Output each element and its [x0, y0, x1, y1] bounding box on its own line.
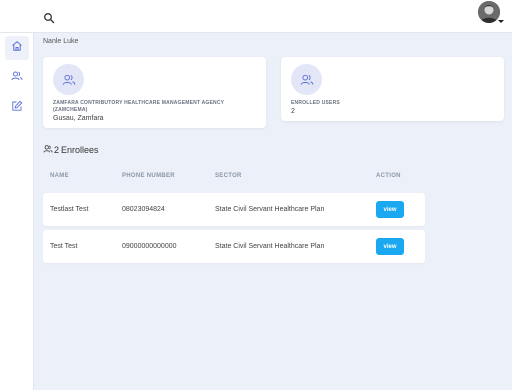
- search-icon[interactable]: [43, 11, 55, 24]
- sidebar: [0, 33, 34, 390]
- users-icon: [53, 64, 84, 95]
- edit-icon: [11, 99, 23, 117]
- users-icon: [43, 144, 53, 156]
- column-header-phone: PHONE NUMBER: [122, 173, 175, 179]
- user-name: Nanle Luke: [43, 38, 79, 45]
- users-icon: [291, 64, 322, 95]
- enrolled-users-card: ENROLLED USERS 2: [281, 57, 504, 121]
- enrollee-phone: 09000000000000: [122, 243, 177, 250]
- column-header-action: ACTION: [376, 173, 401, 179]
- agency-name: ZAMFARA CONTRIBUTORY HEALTHCARE MANAGEME…: [53, 100, 225, 113]
- users-icon: [11, 69, 23, 87]
- enrollees-count: 2: [54, 145, 60, 155]
- sidebar-item-edit[interactable]: [5, 96, 29, 120]
- column-header-sector: SECTOR: [215, 173, 242, 179]
- column-header-name: NAME: [50, 173, 69, 179]
- sidebar-item-users[interactable]: [5, 66, 29, 90]
- home-icon: [11, 39, 23, 57]
- avatar[interactable]: [478, 1, 500, 23]
- enrolled-users-label: ENROLLED USERS: [291, 100, 340, 106]
- chevron-down-icon[interactable]: [498, 20, 504, 23]
- enrollee-phone: 08023094824: [122, 206, 165, 213]
- enrolled-users-value: 2: [291, 108, 295, 115]
- sidebar-item-home[interactable]: [5, 36, 29, 60]
- agency-card: ZAMFARA CONTRIBUTORY HEALTHCARE MANAGEME…: [43, 57, 266, 128]
- enrollees-heading: 2 Enrollees: [43, 144, 99, 156]
- table-row: Testlast Test 08023094824 State Civil Se…: [43, 193, 425, 226]
- view-button[interactable]: view: [376, 201, 404, 218]
- enrollee-sector: State Civil Servant Healthcare Plan: [215, 206, 325, 213]
- enrollee-name: Testlast Test: [50, 206, 89, 213]
- enrollee-name: Test Test: [50, 243, 78, 250]
- top-bar: [0, 0, 512, 33]
- view-button[interactable]: view: [376, 238, 404, 255]
- enrollees-label: Enrollees: [61, 145, 99, 155]
- table-row: Test Test 09000000000000 State Civil Ser…: [43, 230, 425, 263]
- agency-location: Gusau, Zamfara: [53, 115, 104, 122]
- enrollee-sector: State Civil Servant Healthcare Plan: [215, 243, 325, 250]
